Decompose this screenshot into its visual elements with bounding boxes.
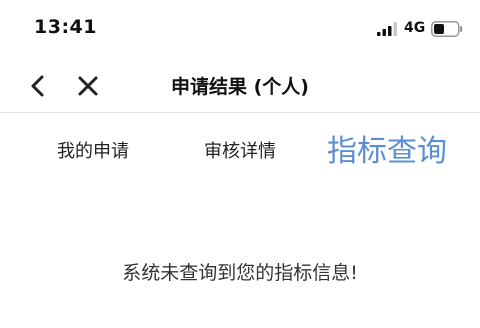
battery-icon [431, 21, 463, 37]
page-title: 申请结果 (个人) [171, 76, 309, 98]
tab-review-details[interactable]: 审核详情 [181, 113, 299, 191]
empty-state-message: 系统未查询到您的指标信息! [122, 262, 358, 284]
tab-bar: 我的申请 审核详情 指标查询 [0, 113, 480, 191]
tab-my-applications[interactable]: 我的申请 [34, 113, 152, 191]
status-bar: 13:41 4G [0, 0, 480, 58]
chevron-left-icon[interactable] [24, 72, 52, 100]
tab-quota-query[interactable]: 指标查询 [318, 113, 456, 191]
signal-icon [377, 22, 397, 36]
network-label: 4G [404, 20, 426, 36]
status-time: 13:41 [34, 16, 97, 38]
close-icon[interactable] [74, 72, 102, 100]
nav-bar: 申请结果 (个人) [0, 58, 480, 113]
